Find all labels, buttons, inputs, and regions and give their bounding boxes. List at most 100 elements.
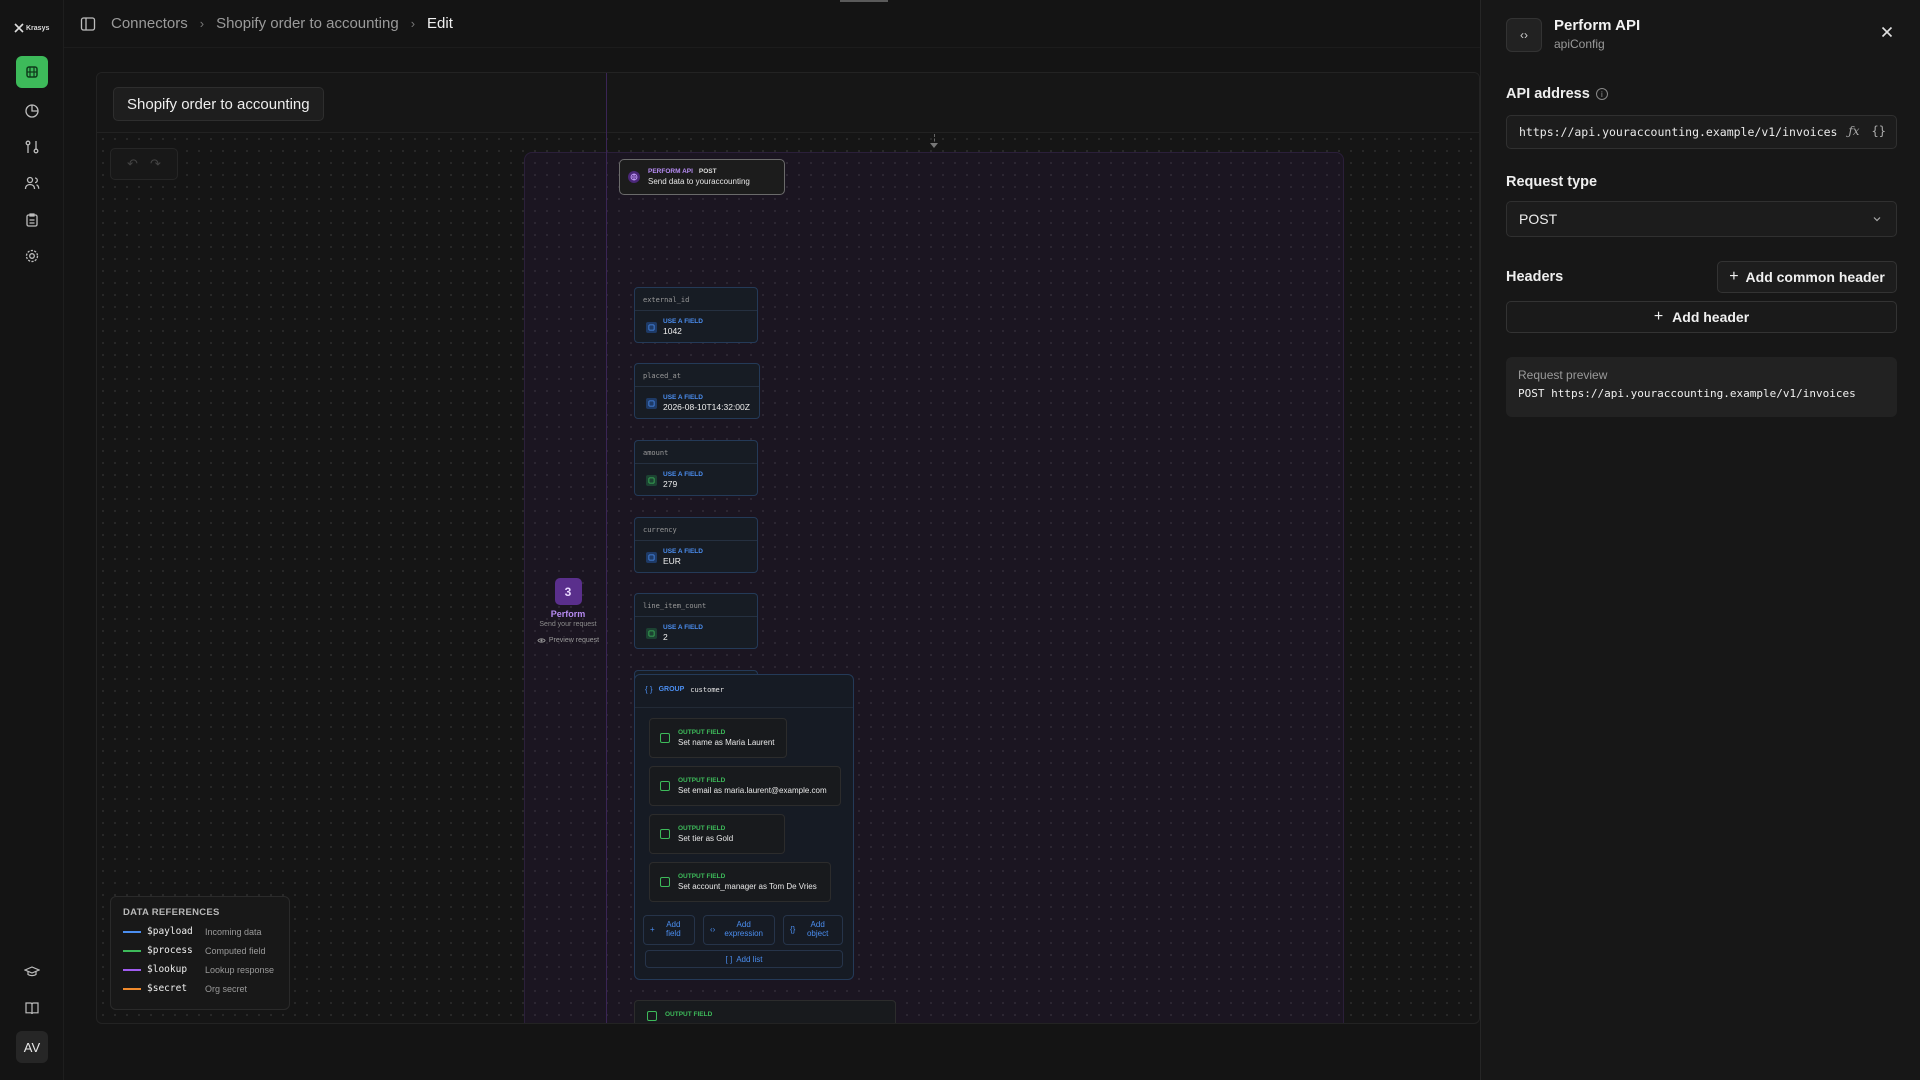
legend-desc: Lookup response (205, 964, 275, 975)
nav-settings[interactable] (16, 240, 48, 272)
field-node-currency[interactable]: currency USE A FIELD EUR (634, 517, 758, 573)
legend-swatch (123, 987, 141, 990)
book-open-icon (25, 1002, 39, 1015)
legend-name: $secret (147, 983, 188, 994)
legend-swatch (123, 930, 141, 933)
output-field-1[interactable]: OUTPUT FIELD Set name as Maria Laurent (649, 718, 787, 758)
flow-title[interactable]: Shopify order to accounting (113, 87, 324, 121)
add-list-button[interactable]: [ ] Add list (645, 950, 843, 968)
output-field-text: Set tier as Gold (678, 834, 734, 843)
perform-api-node[interactable]: PERFORM API POST Send data to youraccount… (619, 159, 785, 195)
field-icon (660, 781, 670, 791)
field-kind: USE A FIELD (663, 624, 703, 631)
top-indicator (840, 0, 888, 2)
nav-docs[interactable] (16, 992, 48, 1024)
output-field-3[interactable]: OUTPUT FIELD Set tier as Gold (649, 814, 785, 854)
flow-canvas[interactable]: Shopify order to accounting ↶ ↷ 3 Perfor… (96, 72, 1480, 1024)
add-object-button[interactable]: {} Add object (783, 915, 843, 945)
avatar[interactable]: AV (16, 1031, 48, 1063)
info-icon[interactable]: i (1595, 88, 1608, 100)
panel-subtitle: apiConfig (1554, 37, 1605, 51)
request-preview-value: POST https://api.youraccounting.example/… (1518, 387, 1856, 400)
close-icon[interactable] (1879, 24, 1895, 40)
add-field-button[interactable]: + Add field (643, 915, 695, 945)
api-address-input[interactable] (1519, 125, 1849, 139)
field-node-line-item-count[interactable]: line_item_count USE A FIELD 2 (634, 593, 758, 649)
pie-chart-icon (25, 104, 39, 118)
field-icon (647, 1011, 657, 1021)
api-address-label: API address (1506, 86, 1590, 102)
legend-name: $process (147, 945, 193, 956)
preview-request-label: Preview request (548, 637, 600, 644)
brackets-icon: [ ] (725, 954, 733, 964)
nav-users[interactable] (16, 167, 48, 199)
field-name: currency (643, 526, 677, 534)
output-field-node[interactable]: OUTPUT FIELD (634, 1000, 896, 1023)
braces-icon: {} (790, 924, 796, 934)
undo-icon[interactable]: ↶ (127, 156, 138, 172)
add-expression-label: Add expression (724, 920, 763, 938)
output-field-2[interactable]: OUTPUT FIELD Set email as maria.laurent@e… (649, 766, 841, 806)
group-customer[interactable]: { } GROUP customer OUTPUT FIELD Set name … (634, 674, 854, 980)
sidebar-toggle-icon[interactable] (80, 16, 96, 32)
output-field-4[interactable]: OUTPUT FIELD Set account_manager as Tom D… (649, 862, 831, 902)
output-field-text: Set account_manager as Tom De Vries (678, 882, 817, 891)
step-number: 3 (554, 578, 582, 605)
code-icon: ‹› (1506, 18, 1542, 52)
field-node-external-id[interactable]: external_id USE A FIELD 1042 (634, 287, 758, 343)
cube-icon (646, 627, 657, 639)
chevron-down-icon (1873, 217, 1881, 222)
nav-flows[interactable] (16, 131, 48, 163)
legend-desc: Incoming data (205, 926, 262, 937)
plus-icon: + (1653, 308, 1664, 325)
field-icon (660, 733, 670, 743)
step-title: Perform (550, 609, 586, 619)
breadcrumb-connectors[interactable]: Connectors (111, 15, 188, 32)
preview-request-button[interactable]: Preview request (528, 637, 608, 644)
data-references-legend: DATA REFERENCES $payload Incoming data $pr… (110, 896, 290, 1010)
plus-icon: + (650, 924, 655, 934)
nav-activity[interactable] (16, 95, 48, 127)
legend-swatch (123, 968, 141, 971)
field-kind: USE A FIELD (663, 471, 703, 478)
add-list-label: Add list (736, 954, 763, 964)
breadcrumb-current: Edit (427, 15, 453, 32)
field-source: USE A FIELD EUR (635, 540, 757, 573)
arrow-down-icon (930, 143, 938, 148)
request-type-select[interactable]: POST (1506, 201, 1897, 237)
field-node-amount[interactable]: amount USE A FIELD 279 (634, 440, 758, 496)
field-icon (660, 877, 670, 887)
function-icon[interactable]: ƒx (1848, 124, 1859, 138)
field-name: external_id (643, 296, 690, 304)
lane-divider (606, 73, 607, 1023)
field-source: USE A FIELD 2 (635, 616, 757, 649)
field-name: line_item_count (643, 602, 707, 610)
add-header-button[interactable]: + Add header (1506, 301, 1897, 333)
graduation-cap-icon (24, 966, 40, 977)
add-common-header-button[interactable]: + Add common header (1717, 261, 1897, 293)
nav-learn[interactable] (16, 956, 48, 988)
properties-panel: ‹› Perform API apiConfig API address i ƒx… (1480, 0, 1920, 1080)
legend-desc: Computed field (205, 945, 266, 956)
nav-connectors[interactable] (16, 56, 48, 88)
step-perform[interactable]: 3 Perform Send your request Preview requ… (528, 578, 608, 644)
perform-node-label: Send data to youraccounting (648, 177, 750, 186)
add-expression-button[interactable]: ‹› Add expression (703, 915, 775, 945)
add-object-label: Add object (806, 920, 829, 938)
breadcrumb-connector[interactable]: Shopify order to accounting (216, 15, 399, 32)
output-field-text: Set email as maria.laurent@example.com (678, 786, 827, 795)
nav-logs[interactable] (16, 204, 48, 236)
braces-icon[interactable]: {} (1872, 124, 1886, 138)
field-source: USE A FIELD 279 (635, 463, 757, 496)
field-node-placed-at[interactable]: placed_at USE A FIELD 2026-08-10T14:32:00Z (634, 363, 760, 419)
redo-icon[interactable]: ↷ (150, 156, 161, 172)
logo-text: Krasys (26, 24, 50, 32)
api-address-field[interactable]: ƒx {} (1506, 115, 1897, 149)
top-bar: Connectors › Shopify order to accounting… (64, 0, 1480, 48)
app-logo[interactable]: Krasys (14, 23, 49, 33)
clipboard-icon (26, 213, 38, 227)
output-field-kind: OUTPUT FIELD (665, 1011, 713, 1018)
field-value: 279 (663, 479, 678, 489)
field-value: EUR (663, 556, 681, 566)
legend-name: $lookup (147, 964, 188, 975)
